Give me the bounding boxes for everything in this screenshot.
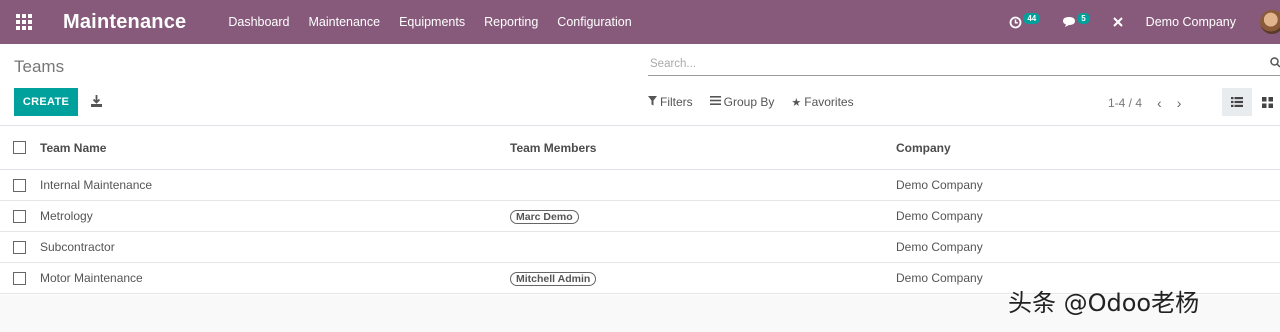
- favorites-button[interactable]: ★ Favorites: [791, 95, 853, 109]
- team-name-cell: Metrology: [40, 209, 93, 223]
- search-options: Filters Group By ★ Favorites: [648, 95, 871, 109]
- activity-badge: 44: [1023, 12, 1041, 24]
- table-header: Team Name Team Members Company: [0, 126, 1280, 170]
- team-name-cell: Internal Maintenance: [40, 178, 153, 192]
- bars-icon: [709, 96, 721, 108]
- activity-menu[interactable]: 44: [1009, 12, 1041, 29]
- menu-reporting[interactable]: Reporting: [484, 15, 538, 29]
- tools-icon: [1112, 17, 1123, 27]
- debug-tools-button[interactable]: [1112, 16, 1124, 28]
- pager-previous-icon[interactable]: ‹: [1157, 95, 1162, 111]
- row-checkbox[interactable]: [13, 240, 26, 254]
- company-cell: Demo Company: [896, 178, 983, 192]
- list-icon: [1231, 97, 1243, 107]
- pager-value[interactable]: 1-4 / 4: [1108, 96, 1142, 110]
- apps-grid-icon: [16, 14, 32, 30]
- filters-label: Filters: [660, 95, 693, 109]
- star-icon: ★: [791, 96, 802, 109]
- group-by-label: Group By: [723, 95, 775, 109]
- teams-table: Team Name Team Members Company Internal …: [0, 125, 1280, 294]
- messages-badge: 5: [1077, 12, 1090, 24]
- kanban-view-button[interactable]: [1252, 88, 1280, 116]
- team-name-cell: Motor Maintenance: [40, 271, 143, 285]
- pager: 1-4 / 4 ‹ ›: [1108, 95, 1181, 111]
- chat-icon: [1063, 17, 1076, 27]
- search-input[interactable]: [648, 54, 1248, 74]
- app-title: Maintenance: [63, 10, 187, 33]
- table-row[interactable]: Internal Maintenance Demo Company: [0, 170, 1280, 201]
- column-company[interactable]: Company: [896, 141, 951, 155]
- table-row[interactable]: Subcontractor Demo Company: [0, 232, 1280, 263]
- menu-dashboard[interactable]: Dashboard: [228, 15, 289, 29]
- apps-menu-button[interactable]: [2, 0, 46, 44]
- list-view-button[interactable]: [1222, 88, 1252, 116]
- user-avatar[interactable]: [1260, 10, 1280, 34]
- member-tag: Marc Demo: [510, 209, 579, 224]
- company-switcher[interactable]: Demo Company: [1146, 15, 1236, 29]
- member-tag: Mitchell Admin: [510, 271, 597, 286]
- company-cell: Demo Company: [896, 209, 983, 223]
- top-navbar: Maintenance Dashboard Maintenance Equipm…: [0, 0, 1280, 44]
- main-menu: Dashboard Maintenance Equipments Reporti…: [228, 15, 650, 29]
- systray: 44 5 Demo Company: [1009, 0, 1280, 44]
- breadcrumb: Teams: [14, 57, 65, 76]
- group-by-button[interactable]: Group By: [709, 95, 775, 109]
- team-members-cell: Mitchell Admin: [510, 271, 597, 286]
- row-checkbox[interactable]: [13, 209, 26, 223]
- team-name-cell: Subcontractor: [40, 240, 115, 254]
- pager-next-icon[interactable]: ›: [1177, 95, 1182, 111]
- company-cell: Demo Company: [896, 240, 983, 254]
- row-checkbox[interactable]: [13, 271, 26, 285]
- select-all-checkbox[interactable]: [13, 141, 26, 154]
- search-bar: [648, 54, 1280, 76]
- search-icon[interactable]: [1270, 57, 1280, 71]
- company-cell: Demo Company: [896, 271, 983, 285]
- view-switcher: [1222, 88, 1280, 116]
- menu-equipments[interactable]: Equipments: [399, 15, 465, 29]
- filters-button[interactable]: Filters: [648, 95, 693, 109]
- team-members-cell: Marc Demo: [510, 209, 579, 224]
- menu-maintenance[interactable]: Maintenance: [309, 15, 381, 29]
- messaging-menu[interactable]: 5: [1062, 12, 1090, 28]
- watermark: 头条 @Odoo老杨: [1008, 289, 1200, 317]
- menu-configuration[interactable]: Configuration: [557, 15, 631, 29]
- filter-icon: [648, 95, 657, 109]
- table-row[interactable]: Metrology Marc Demo Demo Company: [0, 201, 1280, 232]
- create-button[interactable]: CREATE: [14, 88, 78, 116]
- kanban-icon: [1261, 96, 1273, 108]
- row-checkbox[interactable]: [13, 178, 26, 192]
- favorites-label: Favorites: [804, 95, 854, 109]
- download-icon[interactable]: [90, 94, 103, 108]
- clock-icon: [1009, 16, 1022, 28]
- column-team-members[interactable]: Team Members: [510, 141, 596, 155]
- column-team-name[interactable]: Team Name: [40, 141, 106, 155]
